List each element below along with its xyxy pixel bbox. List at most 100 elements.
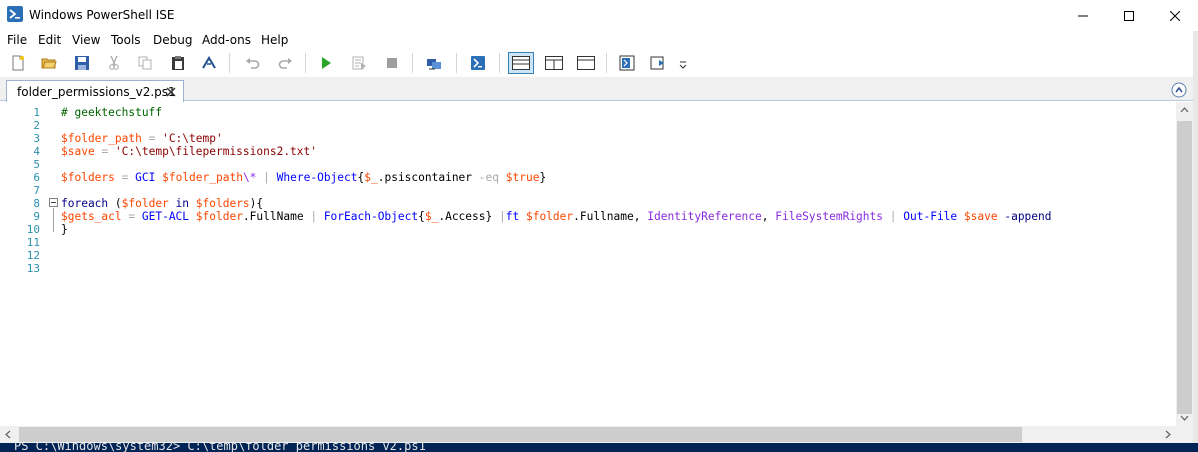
run-script-button[interactable] — [315, 52, 337, 74]
paste-button[interactable] — [167, 52, 189, 74]
menu-tools[interactable]: Tools — [111, 33, 141, 47]
line-number: 12 — [26, 249, 40, 262]
show-addon-button[interactable] — [648, 52, 670, 74]
code-token-command: ft — [505, 210, 520, 223]
code-token-variable: $save — [61, 145, 95, 158]
code-token-plain: ){ — [249, 197, 264, 210]
toolbar-overflow-icon[interactable] — [678, 61, 688, 71]
code-token-argument: IdentityReference — [647, 210, 762, 223]
save-button[interactable] — [71, 52, 93, 74]
minimize-button[interactable] — [1060, 0, 1106, 31]
code-token-variable: $folder — [195, 210, 243, 223]
open-folder-icon — [41, 58, 57, 69]
show-commands-button[interactable] — [616, 52, 638, 74]
code-token-variable: $_ — [424, 210, 439, 223]
layout-top-button[interactable] — [508, 52, 534, 74]
code-token-string: 'C:\temp\filepermissions2.txt' — [114, 145, 318, 158]
menu-edit[interactable]: Edit — [38, 33, 61, 47]
scrollbar-corner — [1176, 426, 1193, 443]
tab-folder-permissions[interactable]: folder_permissions_v2.ps1 — [6, 80, 184, 102]
undo-button[interactable] — [242, 52, 264, 74]
close-icon[interactable] — [165, 86, 177, 98]
code-token-variable: $gets_acl — [61, 210, 122, 223]
menu-debug[interactable]: Debug — [153, 33, 192, 47]
scroll-up-icon[interactable] — [1176, 102, 1193, 119]
code-token-string: 'C:\temp' — [162, 132, 223, 145]
toolbar-separator — [499, 53, 500, 73]
menu-file[interactable]: File — [7, 33, 27, 47]
minimize-icon — [1078, 15, 1088, 16]
line-number: 2 — [33, 119, 40, 132]
cut-icon — [109, 55, 119, 70]
line-number: 10 — [26, 223, 40, 236]
code-line[interactable]: # geektechstuff — [61, 106, 162, 119]
maximize-button[interactable] — [1106, 0, 1152, 31]
window-title: Windows PowerShell ISE — [29, 8, 175, 22]
scroll-down-icon[interactable] — [1176, 409, 1193, 426]
script-editor[interactable]: 1 2 3 4 5 6 7 8 9 10 11 12 13 # geektechstuff $folder… — [0, 102, 1176, 426]
menu-view[interactable]: View — [72, 33, 100, 47]
menu-bar: File Edit View Tools Debug Add-ons Help — [0, 31, 1198, 49]
code-token-variable: $_ — [364, 171, 378, 184]
maximize-icon — [1124, 10, 1134, 21]
menu-help[interactable]: Help — [261, 33, 288, 47]
close-button[interactable] — [1152, 0, 1198, 31]
vertical-scrollbar[interactable] — [1176, 102, 1193, 426]
code-line[interactable]: } — [61, 223, 68, 236]
code-token-keyword: in — [175, 197, 190, 210]
menu-add-ons[interactable]: Add-ons — [202, 33, 251, 47]
save-icon — [75, 56, 89, 70]
code-token-plain: } — [61, 223, 68, 236]
code-line[interactable]: $save = 'C:\temp\filepermissions2.txt' — [61, 145, 317, 158]
code-token-command: Out-File — [903, 210, 958, 223]
code-token-command: ForEach-Object — [323, 210, 419, 223]
new-script-button[interactable] — [7, 52, 29, 74]
horizontal-scrollbar[interactable] — [0, 426, 1176, 443]
horizontal-scroll-thumb[interactable] — [19, 427, 1022, 442]
remote-powershell-button[interactable] — [423, 52, 445, 74]
clear-console-button[interactable] — [198, 52, 220, 74]
code-line[interactable]: $folders = GCI $folder_path\* | Where-Ob… — [61, 171, 546, 184]
cut-button[interactable] — [103, 52, 125, 74]
copy-icon — [138, 56, 152, 70]
redo-button[interactable] — [274, 52, 296, 74]
stop-button[interactable] — [381, 52, 403, 74]
code-token-comment: # geektechstuff — [61, 106, 163, 119]
code-line[interactable]: foreach ($folder in $folders){ — [61, 197, 263, 210]
collapse-script-pane-icon[interactable] — [1171, 82, 1187, 98]
redo-icon — [278, 58, 292, 69]
code-line[interactable]: $gets_acl = GET-ACL $folder.FullName | F… — [61, 210, 1052, 223]
console-pane[interactable]: PS C:\Windows\system32> C:\temp\folder_p… — [0, 443, 1198, 452]
vertical-scroll-thumb[interactable] — [1177, 121, 1192, 414]
show-addon-icon — [650, 56, 664, 70]
scroll-left-icon[interactable] — [0, 426, 17, 443]
open-button[interactable] — [38, 52, 60, 74]
run-selection-button[interactable] — [348, 52, 370, 74]
line-number: 3 — [33, 132, 40, 145]
line-number: 13 — [26, 262, 40, 275]
copy-button[interactable] — [134, 52, 156, 74]
code-token-member: .psiscontainer — [377, 171, 473, 184]
line-number: 1 — [33, 106, 40, 119]
fold-toggle-icon[interactable] — [49, 198, 58, 207]
code-token-variable: $folder — [525, 210, 574, 223]
layout-right-button[interactable] — [541, 52, 567, 74]
code-token-plain: } — [485, 210, 499, 223]
code-token-variable: $folders — [61, 171, 115, 184]
code-token-variable: $folders — [195, 197, 250, 210]
layout-max-button[interactable] — [573, 52, 599, 74]
powershell-console-button[interactable] — [467, 52, 489, 74]
code-token-command: GET-ACL — [141, 210, 190, 223]
scroll-right-icon[interactable] — [1159, 426, 1176, 443]
code-token-member: .Access — [438, 210, 486, 223]
code-line[interactable]: $folder_path = 'C:\temp' — [61, 132, 223, 145]
